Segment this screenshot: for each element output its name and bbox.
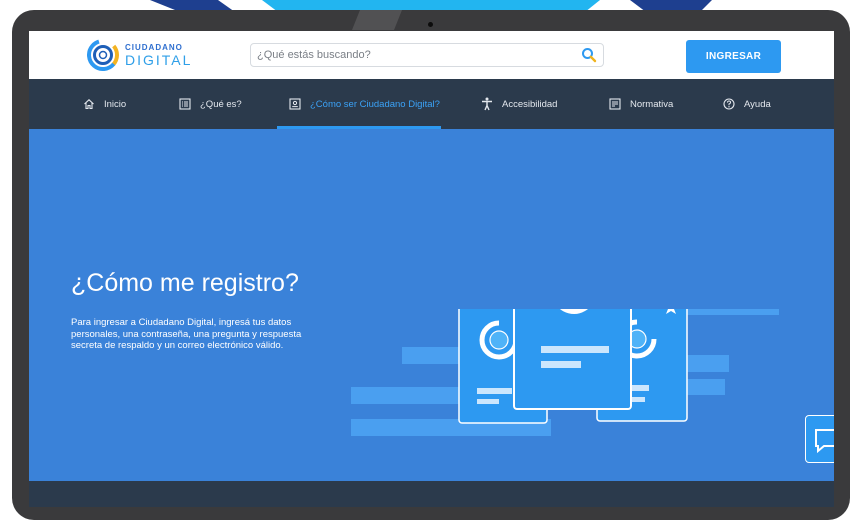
main-navigation: Inicio ¿Qué es? ¿Cómo ser Ciudadano Digi…: [29, 79, 834, 129]
brand-wordmark: CIUDADANO DIGITAL: [125, 42, 193, 68]
footer-bar: [29, 481, 834, 507]
top-header: CIUDADANO DIGITAL INGRESAR: [29, 31, 834, 79]
brand-logo[interactable]: CIUDADANO DIGITAL: [87, 39, 192, 71]
nav-label-accesibilidad: Accesibilidad: [502, 98, 558, 110]
screen-glare: [352, 10, 402, 30]
hero-banner: ¿Cómo me registro? Para ingresar a Ciuda…: [29, 129, 834, 481]
nav-label-ayuda: Ayuda: [744, 98, 771, 110]
search-input[interactable]: [257, 47, 557, 63]
accessibility-icon: [482, 97, 492, 111]
search-icon[interactable]: [581, 47, 597, 63]
browser-screen: CIUDADANO DIGITAL INGRESAR Inicio: [29, 31, 834, 507]
document-icon: [609, 98, 621, 110]
brand-line-2: DIGITAL: [125, 51, 193, 68]
nav-item-inicio[interactable]: Inicio: [83, 79, 126, 129]
list-icon: [179, 98, 191, 110]
help-icon: [723, 98, 735, 110]
brand-line-1: CIUDADANO: [125, 42, 183, 52]
nav-item-que-es[interactable]: ¿Qué es?: [179, 79, 242, 129]
hero-title: ¿Cómo me registro?: [71, 269, 299, 297]
nav-label-inicio: Inicio: [104, 98, 127, 110]
ciudadano-digital-logo-icon: [87, 39, 119, 71]
nav-item-accesibilidad[interactable]: Accesibilidad: [481, 79, 557, 129]
nav-label-como-ser: ¿Cómo ser Ciudadano Digital?: [310, 98, 440, 110]
chat-button[interactable]: [805, 415, 834, 463]
hero-description: Para ingresar a Ciudadano Digital, ingre…: [71, 317, 302, 351]
nav-label-que-es: ¿Qué es?: [200, 98, 242, 110]
home-icon: [84, 99, 94, 110]
chat-icon: [815, 429, 834, 454]
nav-item-ayuda[interactable]: Ayuda: [723, 79, 771, 129]
nav-label-normativa: Normativa: [630, 98, 674, 110]
digital-cards-illustration: [351, 309, 779, 436]
login-button[interactable]: INGRESAR: [686, 40, 781, 73]
camera-dot: [428, 22, 433, 27]
search-box: [250, 43, 604, 67]
id-card-icon: [289, 98, 301, 110]
nav-item-normativa[interactable]: Normativa: [609, 79, 673, 129]
nav-item-como-ser[interactable]: ¿Cómo ser Ciudadano Digital?: [289, 79, 440, 129]
